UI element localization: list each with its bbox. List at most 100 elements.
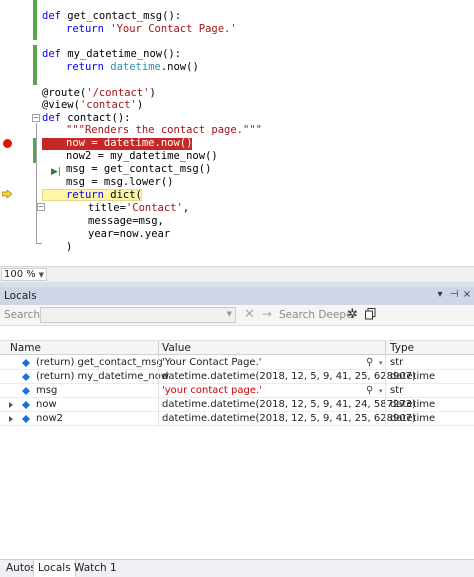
code-token: def <box>42 48 61 60</box>
variable-value[interactable]: 'Your Contact Page.' <box>162 356 262 370</box>
search-label: Search: <box>4 309 44 321</box>
breakpoint-icon[interactable] <box>3 139 12 148</box>
table-row[interactable]: now datetime.datetime(2018, 12, 5, 9, 41,… <box>0 398 474 412</box>
collapse-toggle-icon[interactable]: − <box>32 114 40 122</box>
code-token: def <box>42 112 61 124</box>
clear-search-icon[interactable]: ✕ <box>244 307 255 322</box>
table-row[interactable]: now2 datetime.datetime(2018, 12, 5, 9, 41… <box>0 412 474 426</box>
gear-icon[interactable]: ✲ <box>347 307 358 322</box>
cell-separator <box>158 370 159 384</box>
code-token: @view( <box>42 99 80 111</box>
code-line: now = datetime.now() <box>66 137 192 150</box>
code-token: '/contact' <box>86 87 150 99</box>
code-line: message=msg, <box>88 215 164 228</box>
copy-icon[interactable] <box>365 308 376 320</box>
variable-name: (return) get_contact_msg <box>36 357 163 368</box>
table-row[interactable]: (return) my_datetime_now datetime.datetim… <box>0 370 474 384</box>
code-token: message=msg, <box>88 215 164 227</box>
variable-value[interactable]: datetime.datetime(2018, 12, 5, 9, 41, 24… <box>162 398 416 412</box>
code-token: year=now.year <box>88 228 171 240</box>
code-token: 'Contact' <box>125 202 183 214</box>
cell-separator <box>385 384 386 398</box>
variable-value[interactable]: 'your contact page.' <box>162 384 262 398</box>
search-next-icon[interactable]: → <box>262 307 272 321</box>
variable-name: (return) my_datetime_now <box>36 371 169 382</box>
variable-icon <box>22 359 30 367</box>
column-header-value[interactable]: Value <box>162 342 191 354</box>
editor-status-bar: 100 % ▼ <box>0 266 474 282</box>
table-row[interactable]: (return) get_contact_msg 'Your Contact Pa… <box>0 356 474 370</box>
code-token: now = datetime.now() <box>66 137 193 149</box>
cell-separator <box>158 384 159 398</box>
code-token: return <box>66 23 104 35</box>
cell-separator <box>385 398 386 412</box>
change-marker <box>33 45 37 85</box>
cell-separator <box>385 370 386 384</box>
table-row[interactable]: msg 'your contact page.' ⚲ ▾ str <box>0 384 474 398</box>
visualizer-dropdown-icon[interactable]: ▾ <box>379 356 383 370</box>
locals-grid: Name Value Type (return) get_contact_msg… <box>0 325 474 559</box>
current-statement-arrow-icon <box>2 190 12 198</box>
chevron-down-icon: ▼ <box>38 271 44 279</box>
variable-icon <box>22 415 30 423</box>
expand-arrow-icon[interactable] <box>9 402 13 408</box>
code-token: ) <box>149 87 156 99</box>
collapse-toggle-icon[interactable]: − <box>37 203 45 211</box>
code-token: 'contact' <box>79 99 137 111</box>
column-header-name[interactable]: Name <box>10 342 41 354</box>
column-header-type[interactable]: Type <box>390 342 414 354</box>
code-line: msg = get_contact_msg() <box>66 163 211 176</box>
variable-name: now2 <box>36 413 63 424</box>
search-input[interactable]: ▼ <box>40 307 236 323</box>
variable-icon <box>22 373 30 381</box>
change-marker <box>33 0 37 40</box>
tab-watch-1[interactable]: Watch 1 <box>70 560 121 577</box>
chevron-down-icon[interactable]: ▼ <box>227 310 232 318</box>
code-line: return 'Your Contact Page.' <box>66 23 237 36</box>
search-toolbar: Search: ▼ ✕ → Search Deeper ✲ <box>0 305 474 325</box>
zoom-select[interactable]: 100 % ▼ <box>1 268 47 281</box>
code-editor[interactable]: − − ▶| def get_contact_msg(): return 'Yo… <box>0 0 474 266</box>
pin-icon[interactable]: ⊣ <box>448 289 460 300</box>
variable-type: datetime <box>390 413 436 424</box>
variable-value[interactable]: datetime.datetime(2018, 12, 5, 9, 41, 25… <box>162 370 416 384</box>
code-line: def my_datetime_now(): <box>42 48 181 61</box>
code-line: ) <box>66 241 72 254</box>
magnifier-icon[interactable]: ⚲ <box>366 356 373 370</box>
code-token: def <box>42 10 61 22</box>
code-token: """Renders the contact page.""" <box>66 124 262 136</box>
code-line: return datetime.now() <box>66 61 199 74</box>
variable-type: datetime <box>390 399 436 410</box>
code-token: , <box>182 202 190 214</box>
code-token: title= <box>88 202 126 214</box>
code-line: def get_contact_msg(): <box>42 10 181 23</box>
zoom-value: 100 % <box>4 269 36 280</box>
column-separator <box>158 341 159 356</box>
debug-tab-strip: Autos Locals Watch 1 <box>0 559 474 577</box>
code-line: title='Contact', <box>88 202 189 215</box>
search-deeper-label[interactable]: Search Deeper <box>279 309 357 321</box>
visualizer-dropdown-icon[interactable]: ▾ <box>379 384 383 398</box>
variable-name: now <box>36 399 57 410</box>
outline-guide <box>36 243 42 244</box>
code-line: now2 = my_datetime_now() <box>66 150 218 163</box>
code-line: @view('contact') <box>42 99 143 112</box>
variable-name: msg <box>36 385 58 396</box>
code-token: 'Your Contact Page.' <box>110 23 237 35</box>
window-position-icon[interactable]: ▾ <box>434 289 446 300</box>
code-token: @route( <box>42 87 87 99</box>
cell-separator <box>158 398 159 412</box>
cell-separator <box>158 356 159 370</box>
run-to-click-icon[interactable]: ▶| <box>51 166 61 178</box>
code-line: return dict( <box>66 189 142 202</box>
code-token: now2 = my_datetime_now() <box>66 150 218 162</box>
code-token: datetime <box>110 61 161 73</box>
magnifier-icon[interactable]: ⚲ <box>366 384 373 398</box>
close-icon[interactable]: × <box>461 289 473 300</box>
variable-value[interactable]: datetime.datetime(2018, 12, 5, 9, 41, 25… <box>162 412 416 426</box>
cell-separator <box>158 412 159 426</box>
code-line: """Renders the contact page.""" <box>66 124 262 137</box>
expand-arrow-icon[interactable] <box>9 416 13 422</box>
code-token: ) <box>66 241 73 253</box>
grid-header: Name Value Type <box>0 340 474 356</box>
